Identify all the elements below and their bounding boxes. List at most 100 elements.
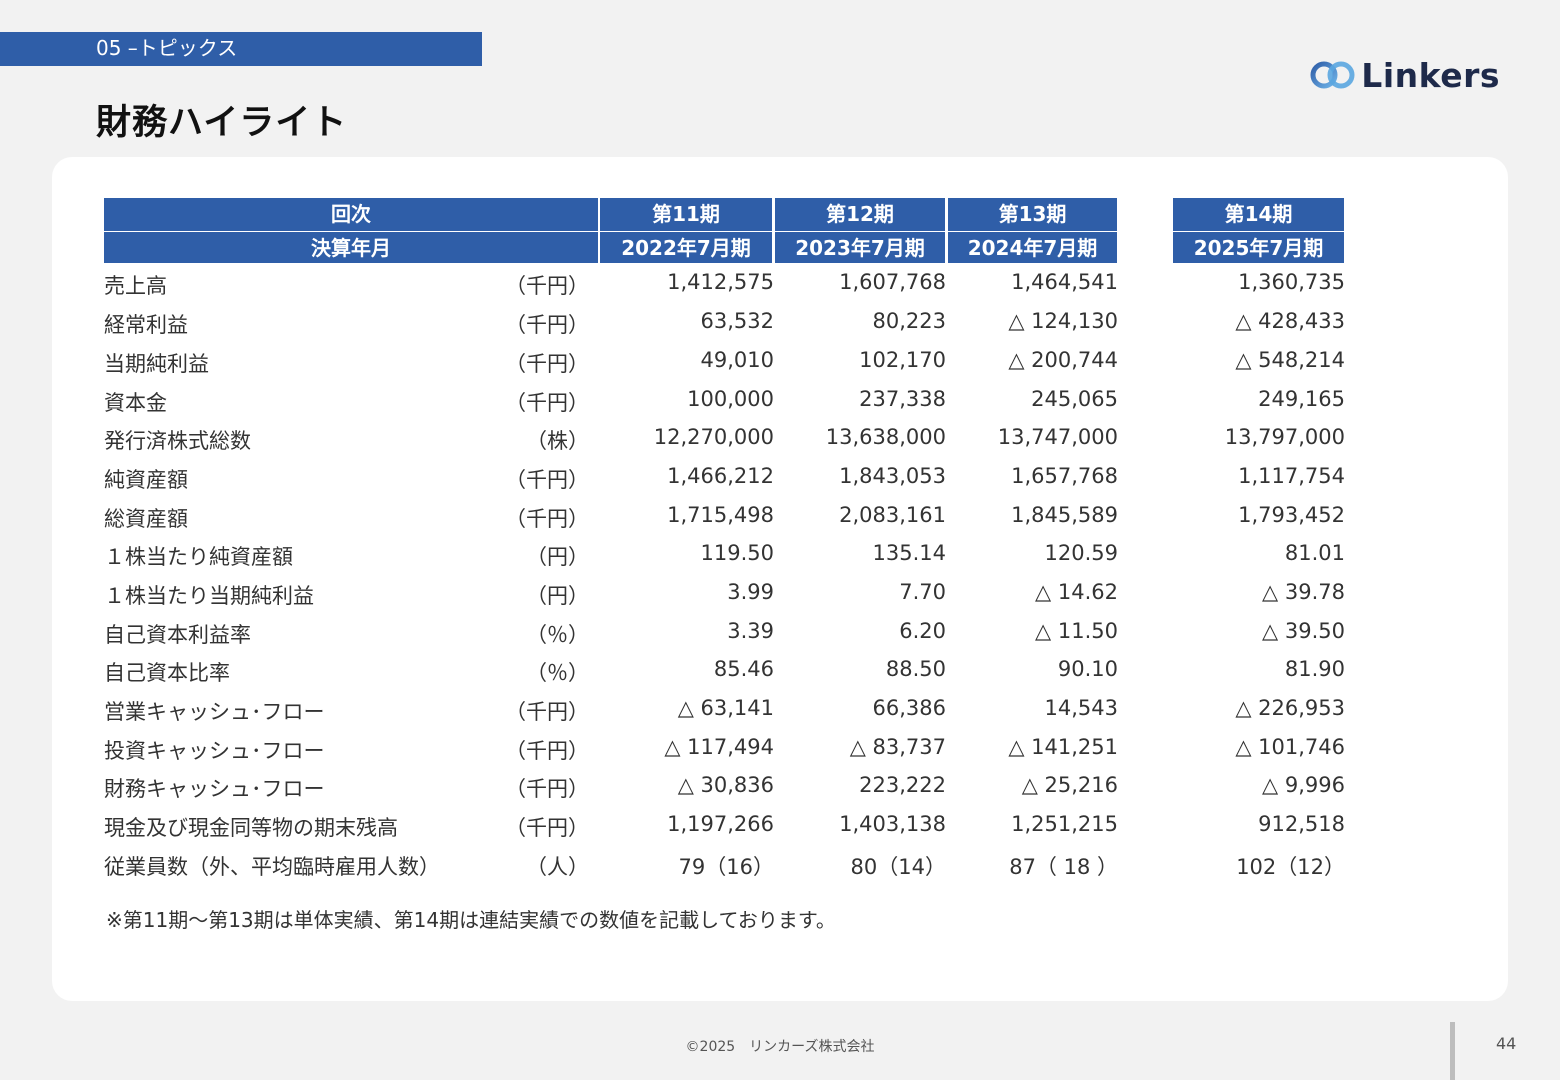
row-unit: （株）: [526, 429, 589, 453]
row-unit: （千円）: [505, 391, 589, 415]
row-unit: （千円）: [505, 507, 589, 531]
value-period-12: 88.50: [885, 657, 946, 681]
header-period-line1: 第12期: [826, 202, 894, 226]
row-label: 自己資本比率: [104, 661, 230, 685]
row-label: 総資産額: [104, 507, 188, 531]
value-period-12: 6.20: [899, 619, 946, 643]
value-period-11: 119.50: [700, 541, 774, 565]
value-period-12: 2,083,161: [839, 503, 946, 527]
table-row: 営業キャッシュ･フロー （千円） △ 63,141 66,386 14,543 …: [104, 690, 1346, 728]
header-label-line1: 回次: [331, 202, 371, 226]
row-unit: （人）: [526, 855, 589, 879]
section-label: 05 –トピックス: [0, 32, 482, 66]
company-logo: Linkers: [1309, 55, 1500, 95]
row-label: 資本金: [104, 391, 167, 415]
row-label: 純資産額: [104, 468, 188, 492]
value-period-11: 63,532: [700, 309, 774, 333]
table-row: 総資産額 （千円） 1,715,498 2,083,161 1,845,589 …: [104, 497, 1346, 535]
row-unit: （千円）: [505, 777, 589, 801]
value-period-14: △ 428,433: [1235, 309, 1345, 333]
value-period-13: 90.10: [1057, 657, 1118, 681]
row-label: １株当たり当期純利益: [104, 584, 314, 608]
value-period-13: 1,251,215: [1011, 812, 1118, 836]
value-period-14: △ 39.50: [1262, 619, 1345, 643]
value-period-12: 1,843,053: [839, 464, 946, 488]
value-period-14: 102（12）: [1236, 855, 1345, 879]
value-period-13: 13,747,000: [997, 425, 1118, 449]
header-period-line1: 第13期: [998, 202, 1067, 226]
header-period-14: 第14期 2025年7月期: [1173, 198, 1344, 263]
copyright-footer: ©2025 リンカーズ株式会社: [685, 1039, 875, 1055]
value-period-11: 3.99: [727, 580, 774, 604]
value-period-12: 135.14: [872, 541, 946, 565]
row-label: 自己資本利益率: [104, 623, 251, 647]
row-label: 経常利益: [104, 313, 188, 337]
value-period-12: 80（14）: [850, 855, 946, 879]
value-period-13: 120.59: [1044, 541, 1118, 565]
row-unit: （千円）: [505, 468, 589, 492]
value-period-13: △ 141,251: [1008, 735, 1118, 759]
table-row: 現金及び現金同等物の期末残高 （千円） 1,197,266 1,403,138 …: [104, 806, 1346, 844]
table-row: 自己資本比率 （％） 85.46 88.50 90.10 81.90: [104, 651, 1346, 689]
value-period-14: △ 39.78: [1262, 580, 1345, 604]
value-period-11: 79（16）: [678, 855, 774, 879]
value-period-12: 13,638,000: [825, 425, 946, 449]
row-unit: （千円）: [505, 700, 589, 724]
table-row: 財務キャッシュ･フロー （千円） △ 30,836 223,222 △ 25,2…: [104, 767, 1346, 805]
row-label: 営業キャッシュ･フロー: [104, 700, 325, 724]
value-period-13: 14,543: [1044, 696, 1118, 720]
value-period-11: 3.39: [727, 619, 774, 643]
value-period-12: 1,403,138: [839, 812, 946, 836]
header-period-line1: 第14期: [1224, 202, 1293, 226]
value-period-13: △ 200,744: [1008, 348, 1118, 372]
value-period-13: △ 124,130: [1008, 309, 1118, 333]
header-period-13: 第13期 2024年7月期: [948, 198, 1117, 263]
value-period-12: 80,223: [872, 309, 946, 333]
value-period-11: 100,000: [687, 387, 774, 411]
table-row: 売上高 （千円） 1,412,575 1,607,768 1,464,541 1…: [104, 264, 1346, 302]
header-period-12: 第12期 2023年7月期: [775, 198, 945, 263]
value-period-12: △ 83,737: [849, 735, 946, 759]
page-title: 財務ハイライト: [96, 103, 348, 143]
table-row: １株当たり純資産額 （円） 119.50 135.14 120.59 81.01: [104, 535, 1346, 573]
value-period-12: 7.70: [899, 580, 946, 604]
value-period-14: 1,117,754: [1238, 464, 1345, 488]
row-unit: （千円）: [505, 274, 589, 298]
header-period-line2: 2024年7月期: [948, 231, 1117, 264]
value-period-11: 49,010: [700, 348, 774, 372]
value-period-14: 81.01: [1284, 541, 1345, 565]
header-period-line1: 第11期: [652, 202, 720, 226]
table-row: 発行済株式総数 （株） 12,270,000 13,638,000 13,747…: [104, 419, 1346, 457]
value-period-11: △ 30,836: [677, 773, 774, 797]
value-period-14: △ 101,746: [1235, 735, 1345, 759]
value-period-14: 1,360,735: [1238, 270, 1345, 294]
value-period-11: △ 63,141: [677, 696, 774, 720]
value-period-14: 249,165: [1258, 387, 1345, 411]
table-row: 自己資本利益率 （％） 3.39 6.20 △ 11.50 △ 39.50: [104, 613, 1346, 651]
table-row: 投資キャッシュ･フロー （千円） △ 117,494 △ 83,737 △ 14…: [104, 729, 1346, 767]
header-period-11: 第11期 2022年7月期: [600, 198, 772, 263]
value-period-11: 1,197,266: [667, 812, 774, 836]
value-period-14: 1,793,452: [1238, 503, 1345, 527]
row-label: １株当たり純資産額: [104, 545, 293, 569]
value-period-13: △ 25,216: [1021, 773, 1118, 797]
value-period-14: 13,797,000: [1224, 425, 1345, 449]
row-label: 当期純利益: [104, 352, 209, 376]
header-label-cell: 回次 決算年月: [104, 198, 598, 263]
row-unit: （千円）: [505, 313, 589, 337]
value-period-13: 1,845,589: [1011, 503, 1118, 527]
row-label: 従業員数（外、平均臨時雇用人数）: [104, 855, 440, 879]
value-period-14: 81.90: [1284, 657, 1345, 681]
row-unit: （円）: [526, 545, 589, 569]
header-period-line2: 2022年7月期: [600, 231, 772, 264]
header-period-line2: 2023年7月期: [775, 231, 945, 264]
value-period-14: △ 548,214: [1235, 348, 1345, 372]
row-unit: （千円）: [505, 739, 589, 763]
value-period-12: 66,386: [872, 696, 946, 720]
value-period-12: 1,607,768: [839, 270, 946, 294]
value-period-14: △ 226,953: [1235, 696, 1345, 720]
table-note: ※第11期～第13期は単体実績、第14期は連結実績での数値を記載しております。: [106, 908, 836, 932]
row-label: 売上高: [104, 274, 167, 298]
value-period-11: 1,412,575: [667, 270, 774, 294]
header-period-line2: 2025年7月期: [1173, 231, 1344, 264]
